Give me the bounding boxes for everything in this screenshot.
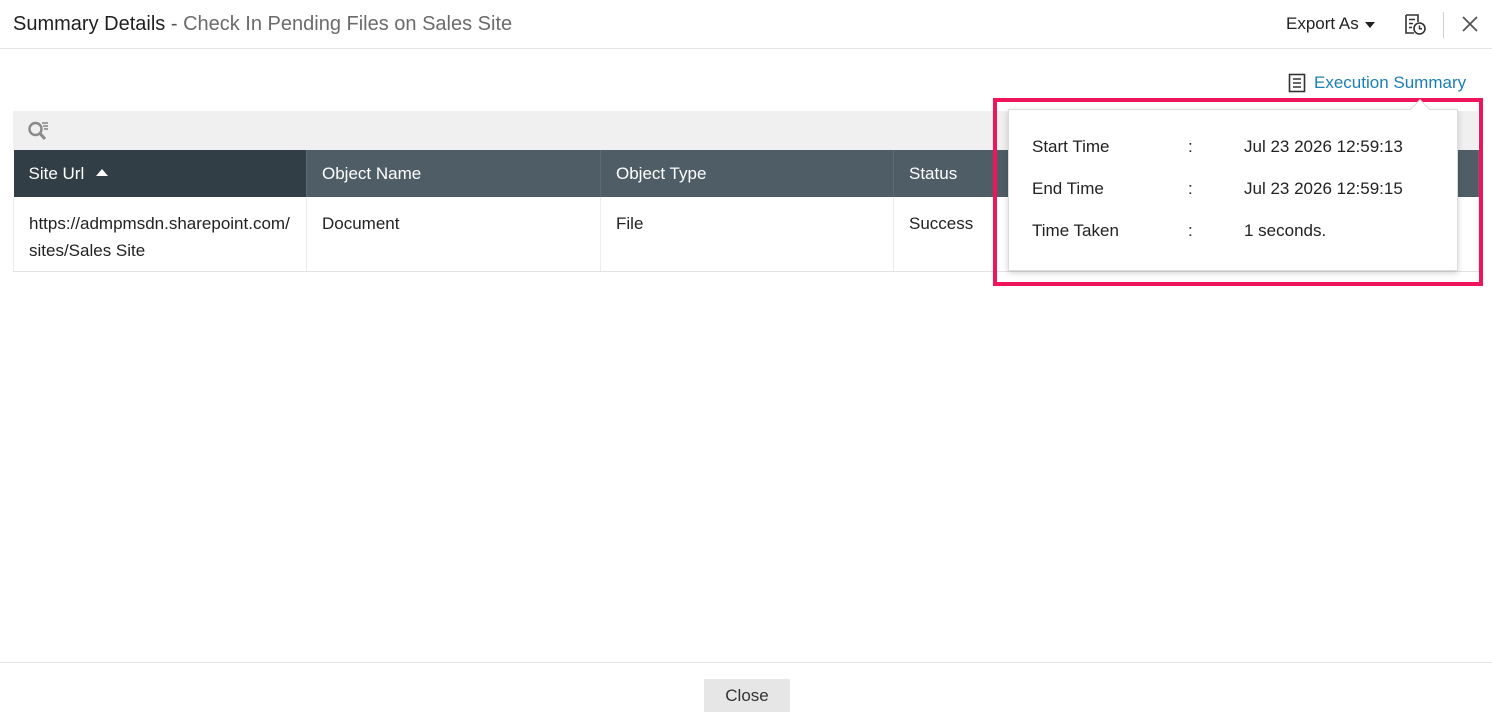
- column-header-label: Object Type: [616, 163, 707, 183]
- close-icon[interactable]: [1460, 14, 1480, 34]
- column-header-object-name[interactable]: Object Name: [306, 150, 601, 197]
- column-header-site-url[interactable]: Site Url: [13, 150, 307, 197]
- caret-down-icon: [1364, 22, 1375, 28]
- summary-label: Start Time: [1032, 137, 1110, 156]
- page-title: Summary Details: [13, 13, 166, 35]
- column-header-label: Site Url: [28, 163, 85, 183]
- summary-colon: :: [1188, 221, 1193, 240]
- export-as-button[interactable]: Export As: [1286, 13, 1375, 35]
- column-header-object-type[interactable]: Object Type: [600, 150, 894, 197]
- execution-summary-link[interactable]: Execution Summary: [1288, 72, 1466, 94]
- summary-value: Jul 23 2026 12:59:13: [1244, 137, 1403, 156]
- cell-object-name: Document: [306, 197, 601, 272]
- summary-colon: :: [1188, 137, 1193, 156]
- title-separator: -: [170, 13, 178, 35]
- dialog-footer: Close: [0, 662, 1492, 721]
- document-list-icon: [1288, 73, 1306, 93]
- column-header-label: Status: [909, 163, 958, 183]
- summary-label: Time Taken: [1032, 221, 1119, 240]
- cell-object-type: File: [600, 197, 894, 272]
- summary-label: End Time: [1032, 179, 1104, 198]
- page-subtitle: Check In Pending Files on Sales Site: [183, 13, 513, 35]
- schedule-report-icon[interactable]: [1403, 12, 1427, 36]
- dialog-title: Summary Details - Check In Pending Files…: [13, 12, 512, 36]
- dialog-header: Summary Details - Check In Pending Files…: [0, 0, 1492, 49]
- cell-site-url: https://admpmsdn.sharepoint.com/sites/Sa…: [13, 197, 307, 272]
- summary-value: 1 seconds.: [1244, 221, 1327, 240]
- sort-ascending-icon: [96, 168, 109, 176]
- export-as-label: Export As: [1286, 14, 1359, 33]
- execution-summary-popover: Start Time : Jul 23 2026 12:59:13 End Ti…: [1008, 99, 1458, 271]
- summary-colon: :: [1188, 179, 1193, 198]
- search-filter-icon[interactable]: [27, 120, 49, 142]
- column-header-label: Object Name: [322, 163, 422, 183]
- header-divider: [1443, 12, 1444, 38]
- close-button[interactable]: Close: [704, 679, 790, 712]
- execution-summary-label: Execution Summary: [1314, 73, 1467, 92]
- summary-value: Jul 23 2026 12:59:15: [1244, 179, 1403, 198]
